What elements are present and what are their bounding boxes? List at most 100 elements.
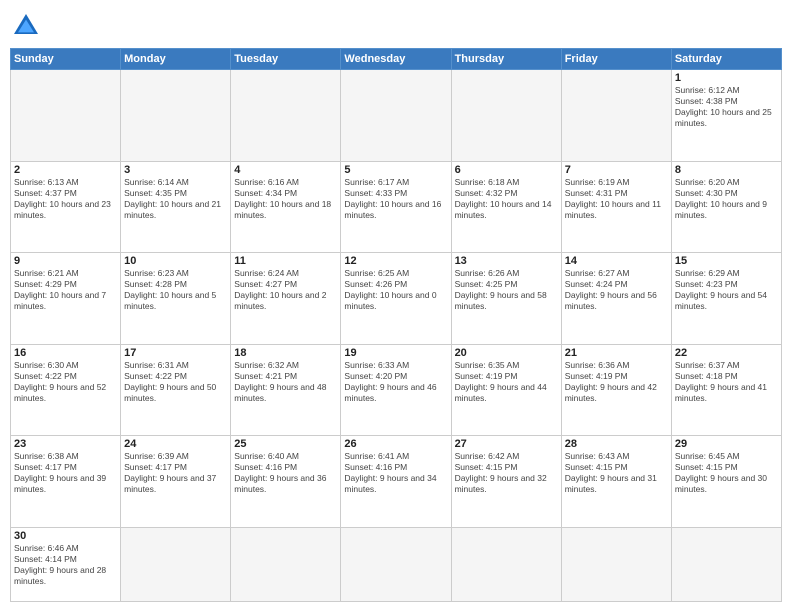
- calendar-day-cell: [121, 527, 231, 601]
- day-info: Sunrise: 6:33 AM Sunset: 4:20 PM Dayligh…: [344, 360, 447, 404]
- day-of-week-header: Sunday: [11, 49, 121, 70]
- day-info: Sunrise: 6:38 AM Sunset: 4:17 PM Dayligh…: [14, 451, 117, 495]
- day-info: Sunrise: 6:31 AM Sunset: 4:22 PM Dayligh…: [124, 360, 227, 404]
- day-number: 28: [565, 438, 668, 450]
- day-number: 12: [344, 255, 447, 267]
- day-info: Sunrise: 6:35 AM Sunset: 4:19 PM Dayligh…: [455, 360, 558, 404]
- calendar-day-cell: 30Sunrise: 6:46 AM Sunset: 4:14 PM Dayli…: [11, 527, 121, 601]
- calendar-day-cell: 24Sunrise: 6:39 AM Sunset: 4:17 PM Dayli…: [121, 436, 231, 528]
- calendar-day-cell: 12Sunrise: 6:25 AM Sunset: 4:26 PM Dayli…: [341, 253, 451, 345]
- calendar-day-cell: 1Sunrise: 6:12 AM Sunset: 4:38 PM Daylig…: [671, 70, 781, 162]
- day-number: 14: [565, 255, 668, 267]
- calendar-day-cell: [561, 70, 671, 162]
- calendar-day-cell: 9Sunrise: 6:21 AM Sunset: 4:29 PM Daylig…: [11, 253, 121, 345]
- day-number: 4: [234, 164, 337, 176]
- calendar-day-cell: 13Sunrise: 6:26 AM Sunset: 4:25 PM Dayli…: [451, 253, 561, 345]
- calendar-day-cell: 26Sunrise: 6:41 AM Sunset: 4:16 PM Dayli…: [341, 436, 451, 528]
- day-number: 1: [675, 72, 778, 84]
- generalblue-logo-icon: [10, 10, 42, 42]
- day-info: Sunrise: 6:26 AM Sunset: 4:25 PM Dayligh…: [455, 268, 558, 312]
- calendar-day-cell: 4Sunrise: 6:16 AM Sunset: 4:34 PM Daylig…: [231, 161, 341, 253]
- day-info: Sunrise: 6:41 AM Sunset: 4:16 PM Dayligh…: [344, 451, 447, 495]
- calendar-day-cell: 10Sunrise: 6:23 AM Sunset: 4:28 PM Dayli…: [121, 253, 231, 345]
- calendar-day-cell: 14Sunrise: 6:27 AM Sunset: 4:24 PM Dayli…: [561, 253, 671, 345]
- calendar-day-cell: 6Sunrise: 6:18 AM Sunset: 4:32 PM Daylig…: [451, 161, 561, 253]
- calendar-day-cell: [121, 70, 231, 162]
- day-number: 20: [455, 347, 558, 359]
- calendar-day-cell: 5Sunrise: 6:17 AM Sunset: 4:33 PM Daylig…: [341, 161, 451, 253]
- day-number: 23: [14, 438, 117, 450]
- calendar-day-cell: 21Sunrise: 6:36 AM Sunset: 4:19 PM Dayli…: [561, 344, 671, 436]
- day-info: Sunrise: 6:13 AM Sunset: 4:37 PM Dayligh…: [14, 177, 117, 221]
- calendar-day-cell: 8Sunrise: 6:20 AM Sunset: 4:30 PM Daylig…: [671, 161, 781, 253]
- day-info: Sunrise: 6:40 AM Sunset: 4:16 PM Dayligh…: [234, 451, 337, 495]
- calendar-day-cell: [451, 527, 561, 601]
- calendar-day-cell: 3Sunrise: 6:14 AM Sunset: 4:35 PM Daylig…: [121, 161, 231, 253]
- calendar-day-cell: 25Sunrise: 6:40 AM Sunset: 4:16 PM Dayli…: [231, 436, 341, 528]
- day-of-week-header: Tuesday: [231, 49, 341, 70]
- calendar-day-cell: 28Sunrise: 6:43 AM Sunset: 4:15 PM Dayli…: [561, 436, 671, 528]
- day-number: 17: [124, 347, 227, 359]
- calendar-day-cell: [671, 527, 781, 601]
- calendar-day-cell: [231, 70, 341, 162]
- day-number: 19: [344, 347, 447, 359]
- calendar-day-cell: 22Sunrise: 6:37 AM Sunset: 4:18 PM Dayli…: [671, 344, 781, 436]
- day-info: Sunrise: 6:36 AM Sunset: 4:19 PM Dayligh…: [565, 360, 668, 404]
- calendar-day-cell: [561, 527, 671, 601]
- calendar-header-row: SundayMondayTuesdayWednesdayThursdayFrid…: [11, 49, 782, 70]
- day-info: Sunrise: 6:21 AM Sunset: 4:29 PM Dayligh…: [14, 268, 117, 312]
- day-number: 27: [455, 438, 558, 450]
- day-number: 7: [565, 164, 668, 176]
- calendar-week-row: 30Sunrise: 6:46 AM Sunset: 4:14 PM Dayli…: [11, 527, 782, 601]
- day-number: 2: [14, 164, 117, 176]
- day-number: 24: [124, 438, 227, 450]
- day-info: Sunrise: 6:16 AM Sunset: 4:34 PM Dayligh…: [234, 177, 337, 221]
- day-info: Sunrise: 6:30 AM Sunset: 4:22 PM Dayligh…: [14, 360, 117, 404]
- calendar-day-cell: 19Sunrise: 6:33 AM Sunset: 4:20 PM Dayli…: [341, 344, 451, 436]
- day-number: 18: [234, 347, 337, 359]
- calendar-day-cell: 11Sunrise: 6:24 AM Sunset: 4:27 PM Dayli…: [231, 253, 341, 345]
- day-number: 22: [675, 347, 778, 359]
- logo: [10, 10, 46, 42]
- calendar-week-row: 2Sunrise: 6:13 AM Sunset: 4:37 PM Daylig…: [11, 161, 782, 253]
- day-number: 9: [14, 255, 117, 267]
- calendar-day-cell: 15Sunrise: 6:29 AM Sunset: 4:23 PM Dayli…: [671, 253, 781, 345]
- calendar-week-row: 9Sunrise: 6:21 AM Sunset: 4:29 PM Daylig…: [11, 253, 782, 345]
- day-number: 13: [455, 255, 558, 267]
- calendar-day-cell: 18Sunrise: 6:32 AM Sunset: 4:21 PM Dayli…: [231, 344, 341, 436]
- day-info: Sunrise: 6:24 AM Sunset: 4:27 PM Dayligh…: [234, 268, 337, 312]
- day-info: Sunrise: 6:29 AM Sunset: 4:23 PM Dayligh…: [675, 268, 778, 312]
- calendar-day-cell: 16Sunrise: 6:30 AM Sunset: 4:22 PM Dayli…: [11, 344, 121, 436]
- calendar-day-cell: 20Sunrise: 6:35 AM Sunset: 4:19 PM Dayli…: [451, 344, 561, 436]
- day-number: 6: [455, 164, 558, 176]
- calendar-day-cell: [231, 527, 341, 601]
- calendar-week-row: 1Sunrise: 6:12 AM Sunset: 4:38 PM Daylig…: [11, 70, 782, 162]
- page: SundayMondayTuesdayWednesdayThursdayFrid…: [0, 0, 792, 612]
- day-of-week-header: Friday: [561, 49, 671, 70]
- day-info: Sunrise: 6:20 AM Sunset: 4:30 PM Dayligh…: [675, 177, 778, 221]
- day-number: 26: [344, 438, 447, 450]
- calendar-day-cell: [341, 70, 451, 162]
- day-info: Sunrise: 6:19 AM Sunset: 4:31 PM Dayligh…: [565, 177, 668, 221]
- calendar-table: SundayMondayTuesdayWednesdayThursdayFrid…: [10, 48, 782, 602]
- day-number: 8: [675, 164, 778, 176]
- header: [10, 10, 782, 42]
- calendar-day-cell: 17Sunrise: 6:31 AM Sunset: 4:22 PM Dayli…: [121, 344, 231, 436]
- day-info: Sunrise: 6:39 AM Sunset: 4:17 PM Dayligh…: [124, 451, 227, 495]
- day-info: Sunrise: 6:46 AM Sunset: 4:14 PM Dayligh…: [14, 543, 117, 587]
- calendar-day-cell: [11, 70, 121, 162]
- day-number: 29: [675, 438, 778, 450]
- day-info: Sunrise: 6:17 AM Sunset: 4:33 PM Dayligh…: [344, 177, 447, 221]
- day-number: 3: [124, 164, 227, 176]
- day-number: 11: [234, 255, 337, 267]
- day-info: Sunrise: 6:32 AM Sunset: 4:21 PM Dayligh…: [234, 360, 337, 404]
- day-info: Sunrise: 6:27 AM Sunset: 4:24 PM Dayligh…: [565, 268, 668, 312]
- day-info: Sunrise: 6:12 AM Sunset: 4:38 PM Dayligh…: [675, 85, 778, 129]
- day-of-week-header: Monday: [121, 49, 231, 70]
- day-number: 21: [565, 347, 668, 359]
- calendar-week-row: 23Sunrise: 6:38 AM Sunset: 4:17 PM Dayli…: [11, 436, 782, 528]
- day-info: Sunrise: 6:43 AM Sunset: 4:15 PM Dayligh…: [565, 451, 668, 495]
- day-info: Sunrise: 6:23 AM Sunset: 4:28 PM Dayligh…: [124, 268, 227, 312]
- day-info: Sunrise: 6:45 AM Sunset: 4:15 PM Dayligh…: [675, 451, 778, 495]
- calendar-day-cell: 29Sunrise: 6:45 AM Sunset: 4:15 PM Dayli…: [671, 436, 781, 528]
